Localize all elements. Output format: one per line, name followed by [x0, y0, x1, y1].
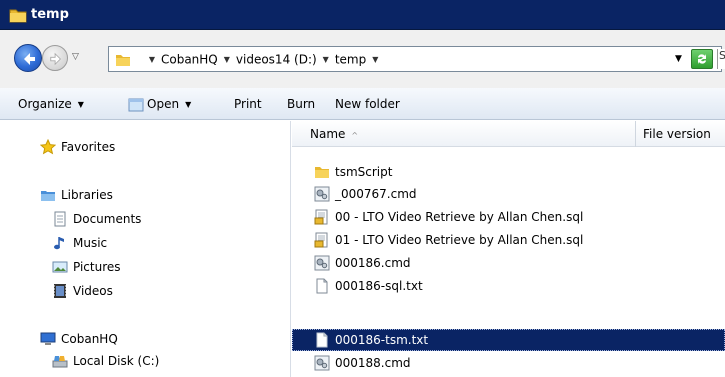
column-name[interactable]: Name ^: [310, 127, 358, 141]
breadcrumb-chevron-icon[interactable]: ▼: [149, 55, 155, 64]
open-button[interactable]: Open ▼: [128, 97, 191, 112]
breadcrumb-item[interactable]: videos14 (D:): [236, 53, 317, 67]
open-app-icon: [128, 98, 144, 111]
cmd-file-icon: [314, 186, 330, 202]
address-row: ▽ ▼ CobanHQ ▼ videos14 (D:) ▼ temp ▼ ▼ S: [0, 30, 725, 88]
nav-local-disk[interactable]: Local Disk (C:): [52, 353, 159, 369]
navigation-pane: Favorites Libraries Documents Music Pict…: [0, 121, 291, 377]
breadcrumb-item[interactable]: CobanHQ: [161, 53, 218, 67]
nav-pictures[interactable]: Pictures: [52, 259, 121, 275]
breadcrumb-chevron-icon[interactable]: ▼: [323, 55, 329, 64]
breadcrumb-item[interactable]: temp: [335, 53, 366, 67]
file-row[interactable]: tsmScript: [292, 161, 725, 183]
hard-drive-icon: [52, 356, 68, 368]
forward-arrow-icon: [50, 52, 61, 66]
file-row[interactable]: 000186.cmd: [292, 252, 725, 274]
column-divider[interactable]: [635, 121, 636, 147]
new-folder-button[interactable]: New folder: [335, 97, 400, 111]
nav-music[interactable]: Music: [52, 235, 107, 251]
folder-icon: [315, 167, 329, 178]
refresh-button[interactable]: [691, 49, 713, 69]
library-icon: [41, 191, 55, 201]
sql-file-icon: [314, 209, 328, 225]
address-bar[interactable]: ▼ CobanHQ ▼ videos14 (D:) ▼ temp ▼ ▼ S: [108, 46, 725, 72]
file-row[interactable]: 000188.cmd: [292, 352, 725, 374]
file-row[interactable]: 000186-sql.txt: [292, 275, 725, 297]
forward-button[interactable]: [42, 45, 68, 71]
print-button[interactable]: Print: [234, 97, 262, 111]
burn-button[interactable]: Burn: [287, 97, 315, 111]
videos-icon: [54, 284, 66, 298]
refresh-icon: [698, 54, 706, 64]
file-row-selected[interactable]: 000186-tsm.txt: [292, 329, 725, 351]
column-header-row: Name ^ File version: [292, 121, 725, 147]
computer-icon: [40, 332, 56, 345]
recent-pages-dropdown-icon[interactable]: ▽: [72, 52, 79, 62]
breadcrumb-chevron-icon[interactable]: ▼: [224, 55, 230, 64]
column-file-version[interactable]: File version: [643, 127, 711, 141]
file-row[interactable]: _000767.cmd: [292, 183, 725, 205]
cmd-file-icon: [314, 255, 330, 271]
back-arrow-icon: [24, 53, 35, 65]
folder-icon: [9, 9, 27, 23]
title-bar[interactable]: temp: [0, 0, 725, 30]
breadcrumb-chevron-icon[interactable]: ▼: [372, 55, 378, 64]
organize-button[interactable]: Organize ▼: [18, 97, 84, 111]
nav-favorites[interactable]: Favorites: [40, 139, 115, 155]
folder-icon: [116, 54, 130, 66]
text-file-icon: [316, 332, 328, 348]
chevron-down-icon: ▼: [77, 100, 84, 109]
command-toolbar: Organize ▼ Open ▼ Print Burn New folder: [0, 88, 725, 120]
text-file-icon: [316, 278, 328, 294]
sql-file-icon: [314, 232, 328, 248]
nav-videos[interactable]: Videos: [52, 283, 113, 299]
search-input[interactable]: S: [717, 49, 725, 69]
documents-icon: [54, 211, 66, 227]
file-list: Name ^ File version tsmScript _000767.cmd…: [292, 121, 725, 377]
back-button[interactable]: [14, 44, 42, 72]
nav-libraries[interactable]: Libraries: [40, 187, 113, 203]
star-icon: [40, 139, 56, 155]
chevron-down-icon: ▼: [185, 100, 192, 109]
address-dropdown-icon[interactable]: ▼: [675, 54, 682, 64]
pictures-icon: [52, 261, 68, 273]
music-icon: [54, 237, 64, 250]
file-row[interactable]: 00 - LTO Video Retrieve by Allan Chen.sq…: [292, 206, 725, 228]
cmd-file-icon: [314, 355, 330, 371]
file-row[interactable]: 01 - LTO Video Retrieve by Allan Chen.sq…: [292, 229, 725, 251]
nav-computer[interactable]: CobanHQ: [40, 331, 118, 347]
nav-documents[interactable]: Documents: [52, 211, 141, 227]
window-title: temp: [31, 7, 69, 22]
sort-ascending-icon: ^: [351, 131, 359, 140]
